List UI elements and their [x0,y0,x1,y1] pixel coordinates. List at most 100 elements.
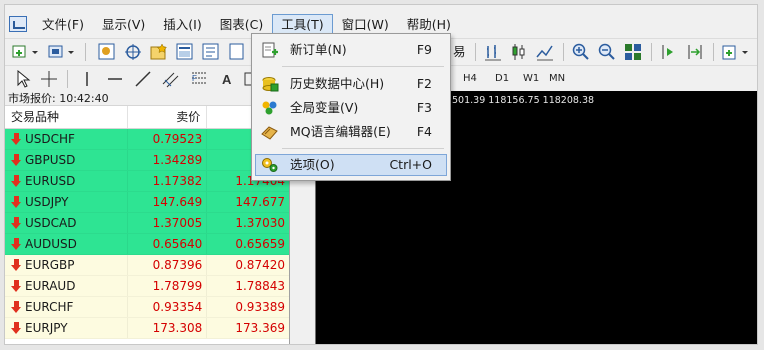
tile-windows-icon [625,44,641,60]
menu-insert[interactable]: 插入(I) [154,14,210,34]
menu-bar: 文件(F) 显示(V) 插入(I) 图表(C) 工具(T) 窗口(W) 帮助(H… [5,13,757,35]
tile-windows-button[interactable] [623,42,643,62]
trendline-button[interactable] [133,69,153,89]
equidistant-channel-icon [162,72,179,88]
profiles-button[interactable] [47,42,77,62]
bar-chart-icon [485,45,501,61]
market-watch-icon [98,43,115,60]
profiles-icon [48,45,74,58]
bid-price: 1.37005 [128,213,208,233]
menu-item-label: 历史数据中心(H) [290,76,385,91]
table-row[interactable]: EURGBP 0.87396 0.87420 [5,255,289,276]
toolbar-separator [713,43,714,61]
menu-separator [282,148,444,149]
crosshair-target-icon [125,44,141,60]
menu-window[interactable]: 窗口(W) [333,14,398,34]
svg-text:A: A [222,72,232,87]
indicators-button[interactable] [721,42,751,62]
menu-item-global-variables[interactable]: 全局变量(V) F3 [255,97,447,119]
data-window-button[interactable] [123,42,143,62]
menu-item-history-center[interactable]: 历史数据中心(H) F2 [255,73,447,95]
ask-price: 1.78843 [235,279,285,293]
text-tool-icon: A [222,72,232,87]
timeframe-d1[interactable]: D1 [491,70,513,88]
horizontal-line-icon [108,78,122,80]
navigator-button[interactable] [149,42,169,62]
column-bid[interactable]: 卖价 [128,106,208,128]
new-chart-icon [12,45,38,58]
bar-chart-button[interactable] [483,42,503,62]
fibonacci-button[interactable]: F [189,69,209,89]
bid-price: 0.93354 [128,297,208,317]
terminal-window: 文件(F) 显示(V) 插入(I) 图表(C) 工具(T) 窗口(W) 帮助(H… [4,4,758,345]
market-watch-title: 市场报价: 10:42:40 [5,91,289,106]
navigator-star-icon [150,43,168,60]
market-watch-header: 交易品种 卖价 [5,106,289,129]
trendline-icon [135,71,151,87]
line-chart-button[interactable] [535,42,555,62]
auto-scroll-button[interactable] [685,42,705,62]
menu-item-label: 新订单(N) [290,42,347,57]
ask-price: 173.369 [235,321,285,335]
table-row[interactable]: EURUSD 1.17382 1.17404 [5,171,289,192]
table-row[interactable]: EURJPY 173.308 173.369 [5,318,289,339]
auto-trading-label[interactable]: 易 [453,42,466,62]
menu-item-shortcut: F4 [416,124,432,139]
strategy-tester-button[interactable] [201,42,221,62]
table-row[interactable]: USDCAD 1.37005 1.37030 [5,213,289,234]
terminal-button[interactable] [175,42,195,62]
zoom-out-button[interactable] [597,42,617,62]
new-chart-button[interactable] [11,42,41,62]
menu-separator [282,66,444,67]
text-button[interactable]: A [217,69,237,89]
menu-item-new-order[interactable]: 新订单(N) F9 [255,39,447,61]
crosshair-button[interactable] [39,69,59,89]
app-chart-icon[interactable] [9,16,27,32]
channel-button[interactable] [161,69,181,89]
timeframe-h4[interactable]: H4 [459,70,481,88]
cursor-button[interactable] [13,69,33,89]
table-row[interactable]: EURCHF 0.93354 0.93389 [5,297,289,318]
new-order-icon [262,42,278,58]
down-arrow-icon [11,217,22,229]
menu-file[interactable]: 文件(F) [33,14,93,34]
auto-scroll-icon [688,45,702,59]
down-arrow-icon [11,280,22,292]
toolbar-separator [563,43,564,61]
metaeditor-icon [261,126,278,140]
symbol-name: GBPUSD [25,152,76,167]
vertical-line-button[interactable] [77,69,97,89]
column-symbol[interactable]: 交易品种 [5,106,128,128]
symbol-name: USDCAD [25,215,77,230]
timeframe-w1[interactable]: W1 [519,70,543,88]
timeframe-mn[interactable]: MN [545,70,569,88]
toolbar-extra-button[interactable] [227,42,247,62]
chart-shift-button[interactable] [659,42,679,62]
down-arrow-icon [11,175,22,187]
menu-item-options[interactable]: 选项(O) Ctrl+O [255,154,447,176]
zoom-in-button[interactable] [571,42,591,62]
menu-item-metaeditor[interactable]: MQ语言编辑器(E) F4 [255,121,447,143]
menu-view[interactable]: 显示(V) [93,14,154,34]
global-variables-icon [262,101,277,115]
menu-tools[interactable]: 工具(T) [272,14,333,34]
zoom-in-icon [572,43,589,60]
table-row[interactable]: EURAUD 1.78799 1.78843 [5,276,289,297]
table-row[interactable]: AUDUSD 0.65640 0.65659 [5,234,289,255]
document-icon [229,43,244,60]
table-row[interactable]: GBPUSD 1.34289 1. [5,150,289,171]
menu-charts[interactable]: 图表(C) [211,14,272,34]
menu-help[interactable]: 帮助(H) [398,14,460,34]
horizontal-line-button[interactable] [105,69,125,89]
bid-price: 147.649 [128,192,208,212]
terminal-window-icon [176,43,193,60]
down-arrow-icon [11,259,22,271]
table-row[interactable]: USDJPY 147.649 147.677 [5,192,289,213]
market-watch-button[interactable] [97,42,117,62]
ask-price: 0.93389 [235,300,285,314]
chart-shift-icon [662,45,673,59]
bid-price: 1.17382 [128,171,208,191]
table-row[interactable]: USDCHF 0.79523 0. [5,129,289,150]
candlestick-button[interactable] [509,42,529,62]
candlestick-icon [512,44,525,60]
